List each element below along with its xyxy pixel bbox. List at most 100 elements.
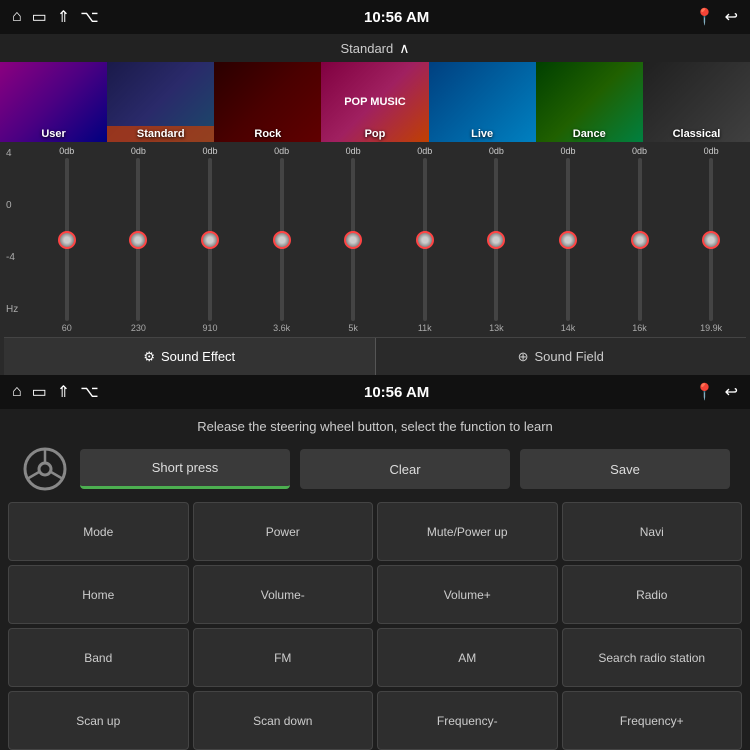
usb-icon-2[interactable]: ⌥ — [80, 382, 98, 402]
eq-thumb-230[interactable] — [129, 231, 147, 249]
eq-band-199k: 0db 19.9k — [676, 146, 746, 333]
eq-band-14k-db: 0db — [560, 146, 575, 156]
genre-standard[interactable]: Standard — [107, 62, 214, 142]
eq-freq-5k: 5k — [348, 323, 358, 333]
usb-icon[interactable]: ⌥ — [80, 7, 98, 27]
eq-freq-13k: 13k — [489, 323, 504, 333]
eq-thumb-11k[interactable] — [416, 231, 434, 249]
fn-frequency-up[interactable]: Frequency+ — [562, 691, 743, 750]
fn-volume-down[interactable]: Volume- — [193, 565, 374, 624]
eq-thumb-199k[interactable] — [702, 231, 720, 249]
location-icon-2[interactable]: 📍 — [695, 382, 715, 402]
location-icon[interactable]: 📍 — [695, 7, 715, 27]
eq-slider-5k[interactable] — [351, 158, 355, 321]
genre-selector-bar[interactable]: Standard ∧ — [0, 34, 750, 62]
eq-db-labels: 4 0 -4 Hz — [4, 146, 32, 333]
fn-scan-down[interactable]: Scan down — [193, 691, 374, 750]
instruction-text: Release the steering wheel button, selec… — [0, 409, 750, 440]
eq-tab-bar: ⚙ Sound Effect ⊕ Sound Field — [4, 337, 746, 375]
genre-user[interactable]: User — [0, 62, 107, 142]
genre-chevron-icon[interactable]: ∧ — [399, 40, 409, 57]
top-time-display: 10:56 AM — [364, 9, 429, 26]
eq-band-11k: 0db 11k — [390, 146, 460, 333]
sound-effect-tab[interactable]: ⚙ Sound Effect — [4, 338, 375, 375]
screen-icon[interactable]: ▭ — [32, 7, 47, 27]
eq-slider-16k[interactable] — [638, 158, 642, 321]
eq-band-36k-db: 0db — [274, 146, 289, 156]
eq-band-910-db: 0db — [202, 146, 217, 156]
fn-mute-power-up[interactable]: Mute/Power up — [377, 502, 558, 561]
eq-band-13k: 0db 13k — [462, 146, 532, 333]
eq-thumb-60[interactable] — [58, 231, 76, 249]
eq-slider-13k[interactable] — [494, 158, 498, 321]
eq-slider-60[interactable] — [65, 158, 69, 321]
fn-search-radio[interactable]: Search radio station — [562, 628, 743, 687]
eq-band-16k: 0db 16k — [605, 146, 675, 333]
bottom-status-bar: ⌂ ▭ ⇑ ⌥ 10:56 AM 📍 ↩ — [0, 375, 750, 409]
fn-scan-up[interactable]: Scan up — [8, 691, 189, 750]
eq-freq-36k: 3.6k — [273, 323, 290, 333]
eq-slider-14k[interactable] — [566, 158, 570, 321]
bottom-status-bar-left: ⌂ ▭ ⇑ ⌥ — [12, 382, 99, 402]
screen-icon-2[interactable]: ▭ — [32, 382, 47, 402]
genre-rock-label: Rock — [214, 126, 321, 142]
eq-sliders-row: 0db 60 0db 230 0db — [32, 146, 746, 333]
eq-slider-36k[interactable] — [280, 158, 284, 321]
eq-thumb-36k[interactable] — [273, 231, 291, 249]
status-bar-left-icons: ⌂ ▭ ⇑ ⌥ — [12, 7, 99, 27]
steering-wheel-svg — [22, 446, 68, 492]
eq-slider-910[interactable] — [208, 158, 212, 321]
eq-band-910: 0db 910 — [175, 146, 245, 333]
eq-band-14k: 0db 14k — [533, 146, 603, 333]
fn-mode[interactable]: Mode — [8, 502, 189, 561]
eq-thumb-910[interactable] — [201, 231, 219, 249]
sound-field-tab[interactable]: ⊕ Sound Field — [376, 338, 747, 375]
genre-pop[interactable]: POP MUSIC Pop — [321, 62, 428, 142]
fn-frequency-down[interactable]: Frequency- — [377, 691, 558, 750]
eq-thumb-14k[interactable] — [559, 231, 577, 249]
genre-live[interactable]: Live — [429, 62, 536, 142]
fn-am[interactable]: AM — [377, 628, 558, 687]
genre-rock[interactable]: Rock — [214, 62, 321, 142]
home-icon[interactable]: ⌂ — [12, 8, 22, 26]
eq-freq-910: 910 — [202, 323, 217, 333]
equalizer-panel: ⌂ ▭ ⇑ ⌥ 10:56 AM 📍 ↩ Standard ∧ User Sta… — [0, 0, 750, 375]
sound-effect-label: Sound Effect — [161, 349, 235, 364]
sound-field-icon: ⊕ — [518, 349, 529, 365]
eq-slider-230[interactable] — [136, 158, 140, 321]
bottom-time-display: 10:56 AM — [364, 384, 429, 401]
back-icon-2[interactable]: ↩ — [725, 382, 738, 402]
eq-bot-db: -4 — [6, 252, 28, 263]
genre-user-label: User — [0, 126, 107, 142]
fn-power[interactable]: Power — [193, 502, 374, 561]
eq-thumb-5k[interactable] — [344, 231, 362, 249]
eq-thumb-13k[interactable] — [487, 231, 505, 249]
fn-volume-up[interactable]: Volume+ — [377, 565, 558, 624]
eq-band-5k-db: 0db — [346, 146, 361, 156]
fn-radio[interactable]: Radio — [562, 565, 743, 624]
back-icon[interactable]: ↩ — [725, 7, 738, 27]
clear-button[interactable]: Clear — [300, 449, 510, 489]
genre-standard-label: Standard — [107, 126, 214, 142]
eq-thumb-16k[interactable] — [631, 231, 649, 249]
genre-dance[interactable]: Dance — [536, 62, 643, 142]
eq-band-230-db: 0db — [131, 146, 146, 156]
up-icon-2[interactable]: ⇑ — [57, 382, 70, 402]
fn-band[interactable]: Band — [8, 628, 189, 687]
home-icon-2[interactable]: ⌂ — [12, 383, 22, 401]
eq-band-230: 0db 230 — [104, 146, 174, 333]
up-icon[interactable]: ⇑ — [57, 7, 70, 27]
eq-band-16k-db: 0db — [632, 146, 647, 156]
short-press-button[interactable]: Short press — [80, 449, 290, 489]
eq-slider-199k[interactable] — [709, 158, 713, 321]
equalizer-section: 4 0 -4 Hz 0db 60 0db — [0, 142, 750, 375]
sound-field-label: Sound Field — [535, 349, 604, 364]
fn-navi[interactable]: Navi — [562, 502, 743, 561]
eq-freq-11k: 11k — [418, 323, 432, 333]
save-button[interactable]: Save — [520, 449, 730, 489]
genre-classical[interactable]: Classical — [643, 62, 750, 142]
fn-fm[interactable]: FM — [193, 628, 374, 687]
eq-band-199k-db: 0db — [704, 146, 719, 156]
fn-home[interactable]: Home — [8, 565, 189, 624]
eq-slider-11k[interactable] — [423, 158, 427, 321]
